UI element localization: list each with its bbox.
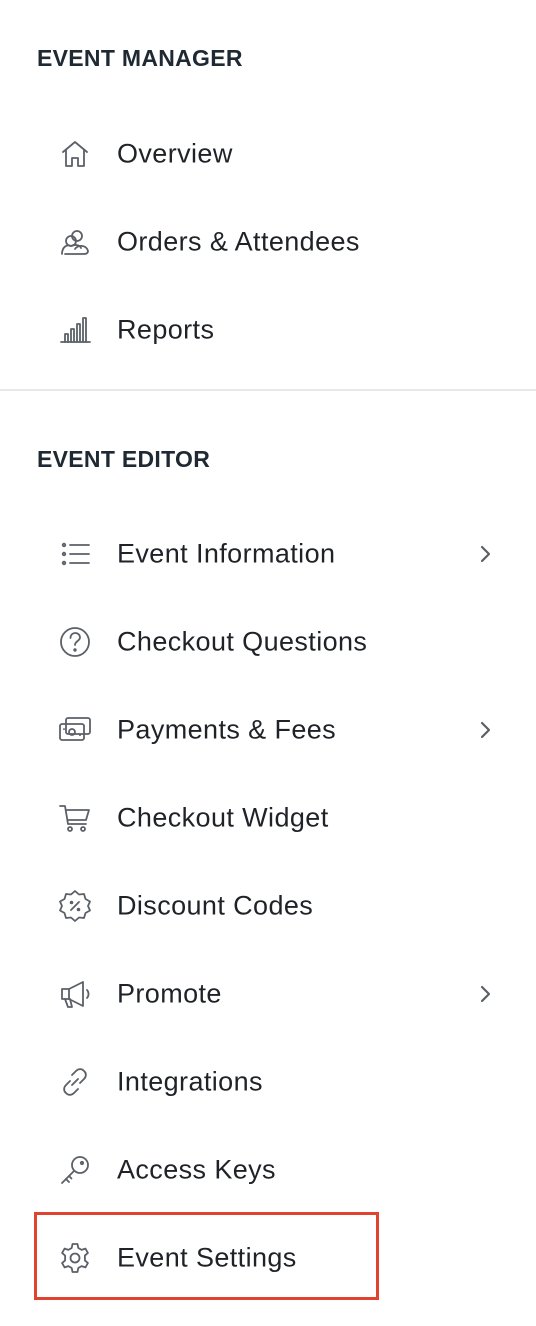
link-icon — [55, 1062, 95, 1102]
nav-item-label: Orders & Attendees — [117, 226, 360, 257]
chevron-right-icon — [474, 543, 496, 565]
nav-item-discount-codes[interactable]: Discount Codes — [0, 870, 536, 942]
nav-item-checkout-questions[interactable]: Checkout Questions — [0, 606, 536, 678]
nav-item-overview[interactable]: Overview — [0, 118, 536, 190]
nav-item-label: Checkout Questions — [117, 626, 368, 657]
home-icon — [55, 134, 95, 174]
gear-icon — [55, 1238, 95, 1278]
section-heading-event-manager: EVENT MANAGER — [37, 45, 243, 71]
discount-badge-icon — [55, 886, 95, 926]
chevron-right-icon — [474, 719, 496, 741]
attendees-icon — [55, 222, 95, 262]
nav-item-integrations[interactable]: Integrations — [0, 1046, 536, 1118]
nav-item-label: Access Keys — [117, 1154, 276, 1185]
nav-item-orders-attendees[interactable]: Orders & Attendees — [0, 206, 536, 278]
cart-icon — [55, 798, 95, 838]
nav-item-promote[interactable]: Promote — [0, 958, 536, 1030]
section-divider — [0, 389, 536, 391]
nav-item-label: Promote — [117, 978, 222, 1009]
nav-item-label: Checkout Widget — [117, 802, 329, 833]
cash-icon — [55, 710, 95, 750]
nav-item-label: Payments & Fees — [117, 714, 337, 745]
sidebar-nav: EVENT MANAGER Overview Orders & Attendee… — [0, 0, 536, 1326]
nav-item-checkout-widget[interactable]: Checkout Widget — [0, 782, 536, 854]
nav-item-access-keys[interactable]: Access Keys — [0, 1134, 536, 1206]
chevron-right-icon — [474, 983, 496, 1005]
nav-item-reports[interactable]: Reports — [0, 294, 536, 366]
nav-item-label: Overview — [117, 138, 233, 169]
list-icon — [55, 534, 95, 574]
nav-item-label: Event Information — [117, 538, 336, 569]
megaphone-icon — [55, 974, 95, 1014]
section-heading-event-editor: EVENT EDITOR — [37, 446, 211, 472]
nav-item-event-information[interactable]: Event Information — [0, 518, 536, 590]
nav-item-payments-fees[interactable]: Payments & Fees — [0, 694, 536, 766]
bar-chart-icon — [55, 310, 95, 350]
question-circle-icon — [55, 622, 95, 662]
nav-item-label: Discount Codes — [117, 890, 314, 921]
nav-item-event-settings[interactable]: Event Settings — [0, 1222, 536, 1294]
nav-item-label: Integrations — [117, 1066, 263, 1097]
nav-item-label: Reports — [117, 314, 215, 345]
nav-item-label: Event Settings — [117, 1242, 297, 1273]
key-icon — [55, 1150, 95, 1190]
